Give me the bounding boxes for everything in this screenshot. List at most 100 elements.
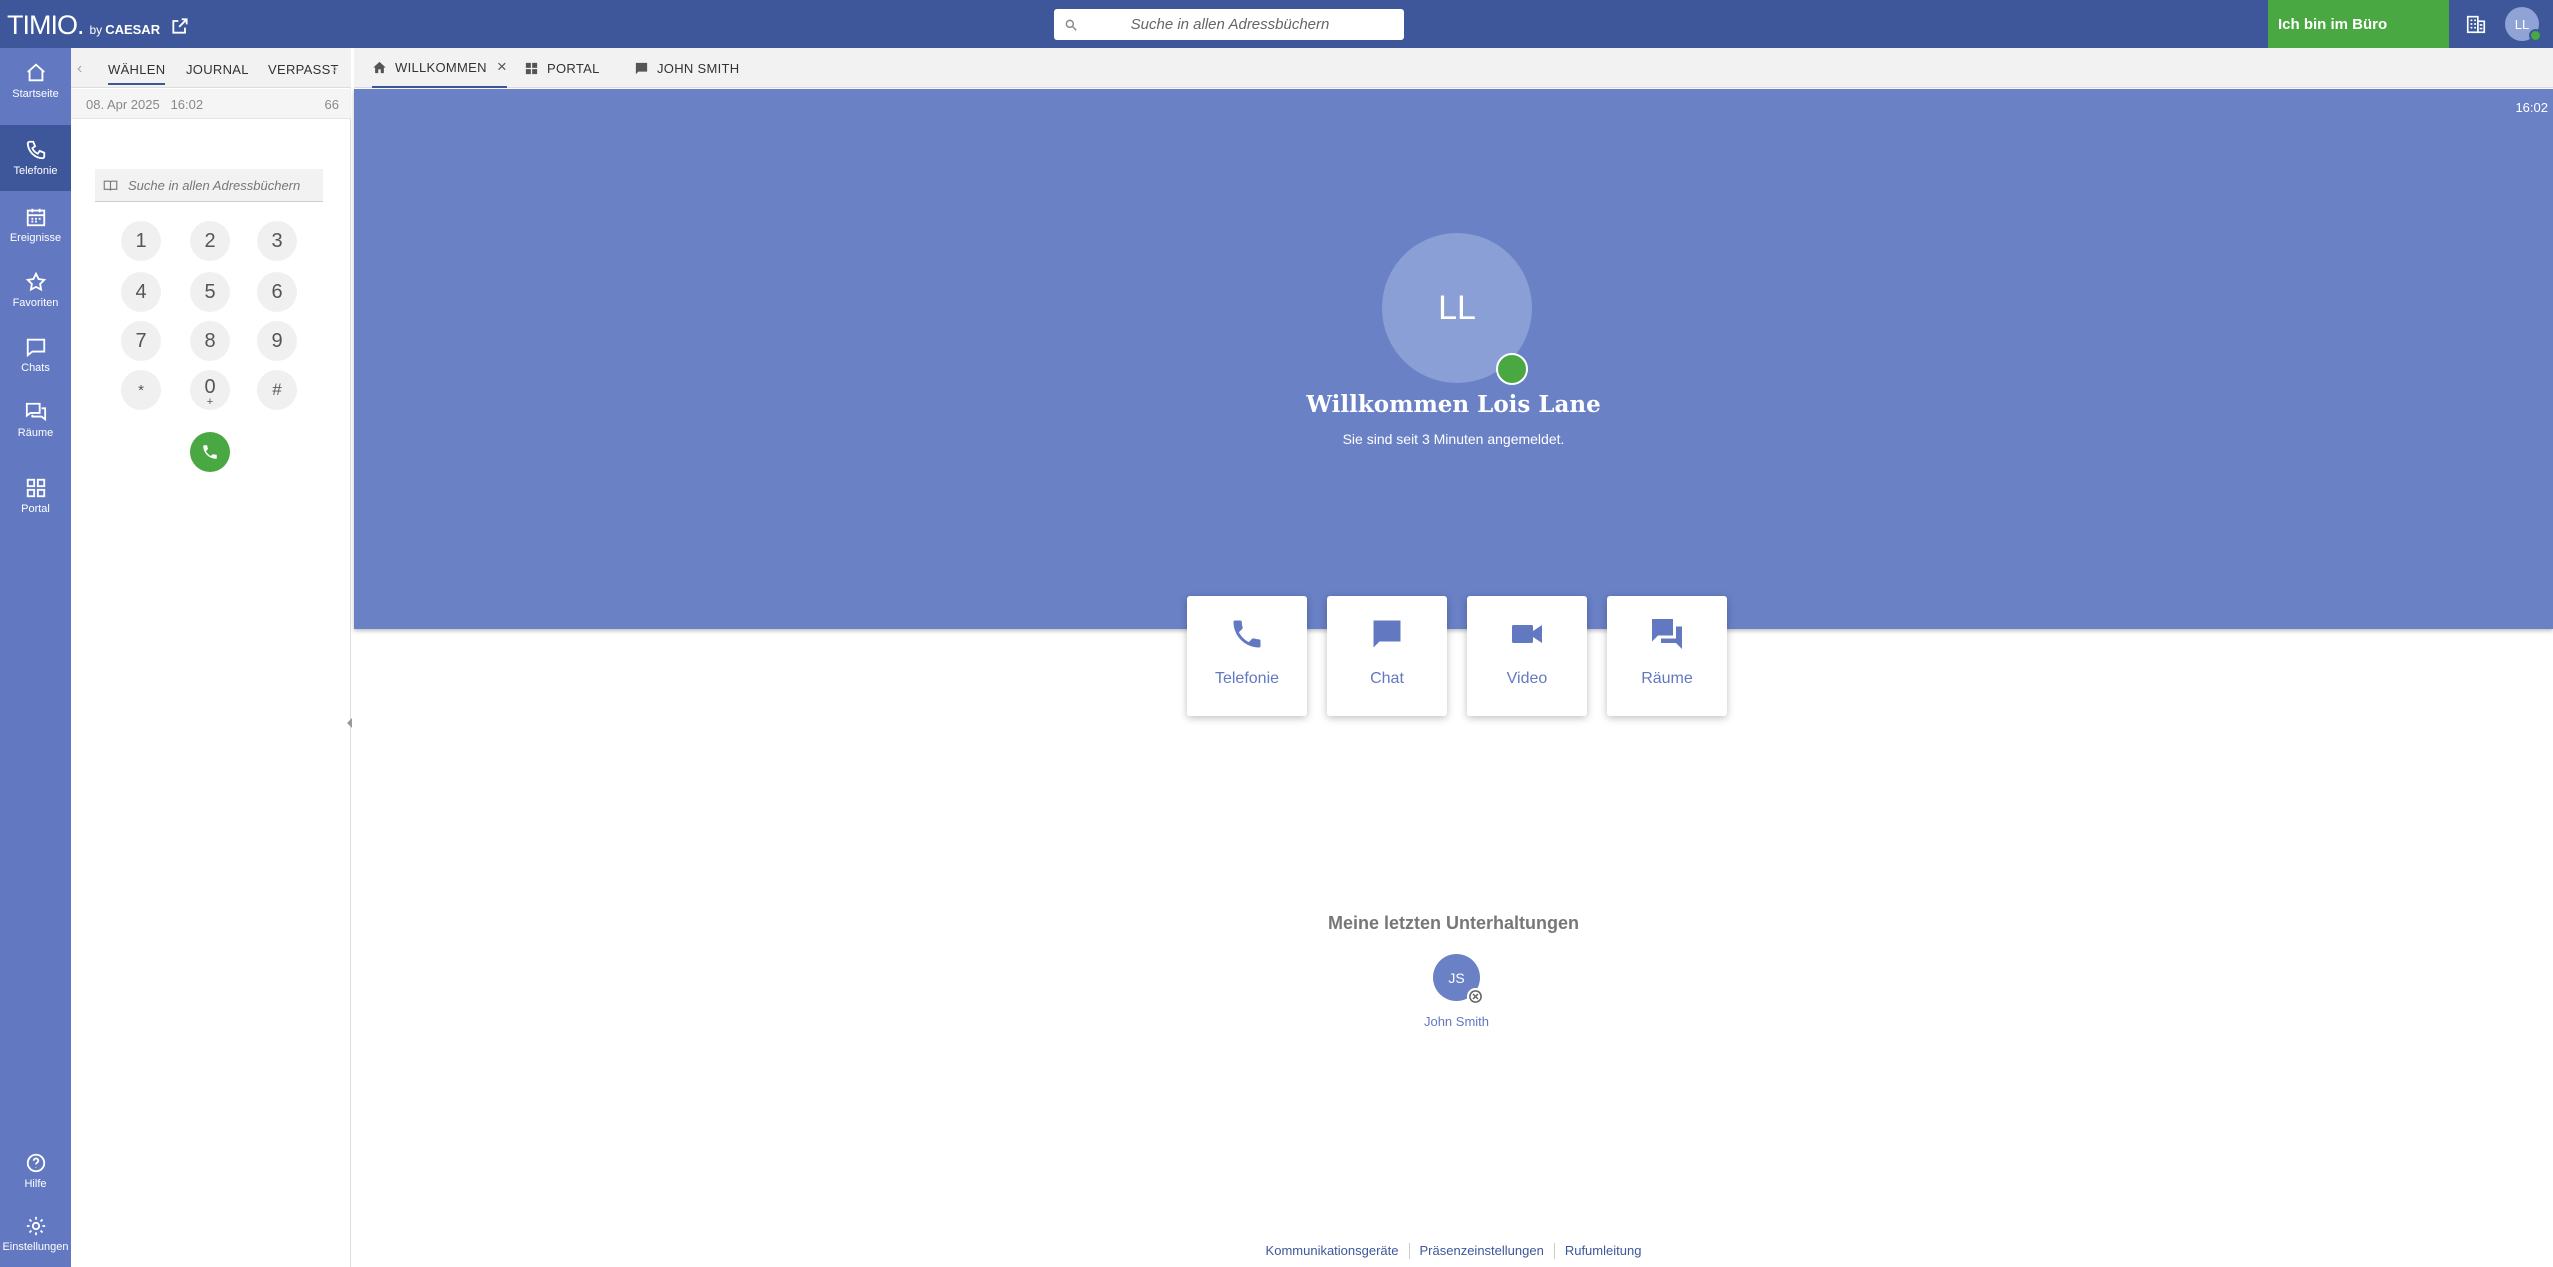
presence-status-button[interactable]: Ich bin im Büro <box>2268 0 2449 48</box>
dial-search-placeholder: Suche in allen Adressbüchern <box>128 177 301 193</box>
close-icon[interactable]: × <box>497 57 507 77</box>
action-chat-button[interactable]: Chat <box>1327 596 1447 716</box>
sidebar-item-label: Startseite <box>12 88 59 100</box>
sidebar-item-ereignisse[interactable]: Ereignisse <box>0 192 71 258</box>
tab-label: PORTAL <box>547 60 600 76</box>
action-label: Video <box>1506 670 1548 687</box>
tab-waehlen[interactable]: WÄHLEN <box>108 62 166 85</box>
tab-verpasst[interactable]: VERPASST <box>268 62 339 77</box>
dial-key-label: * <box>138 381 144 399</box>
addressbook-icon <box>103 180 118 191</box>
dial-date: 08. Apr 2025 16:02 <box>86 97 203 112</box>
chevron-right-icon[interactable]: › <box>332 60 337 78</box>
logo-text: TIMIO. <box>7 10 84 40</box>
dial-key-label: 6 <box>271 280 283 303</box>
call-button[interactable] <box>190 432 230 472</box>
dial-key-label: 3 <box>271 229 283 252</box>
global-search-input[interactable]: Suche in allen Adressbüchern <box>1054 9 1404 40</box>
dial-key-hash[interactable]: # <box>257 370 297 410</box>
tab-portal[interactable]: PORTAL <box>524 48 600 88</box>
offline-status-icon <box>1467 988 1484 1005</box>
action-video-button[interactable]: Video <box>1467 596 1587 716</box>
collapse-panel-handle[interactable] <box>347 718 352 728</box>
dial-info-bar: 08. Apr 2025 16:02 66 <box>71 89 351 119</box>
sidebar-item-label: Telefonie <box>13 165 58 177</box>
sidebar-item-label: Hilfe <box>24 1178 47 1190</box>
dial-key-1[interactable]: 1 <box>121 221 161 261</box>
phone-icon <box>1233 620 1261 648</box>
chat-icon <box>635 62 648 74</box>
star-icon <box>25 271 46 292</box>
sidebar-item-raeume[interactable]: Räume <box>0 387 71 453</box>
action-telefonie-button[interactable]: Telefonie <box>1187 596 1307 716</box>
building-icon[interactable] <box>2465 13 2487 35</box>
search-icon <box>1065 19 1077 31</box>
hero-clock: 16:02 <box>2515 100 2548 115</box>
recent-contact-name[interactable]: John Smith <box>1380 1014 1533 1029</box>
global-search-placeholder: Suche in allen Adressbüchern <box>1130 16 1330 33</box>
dial-key-6[interactable]: 6 <box>257 272 297 312</box>
dial-key-9[interactable]: 9 <box>257 321 297 361</box>
dial-key-label: 2 <box>204 229 216 252</box>
dial-key-5[interactable]: 5 <box>190 272 230 312</box>
dial-key-7[interactable]: 7 <box>121 321 161 361</box>
footer-link-rufumleitung[interactable]: Rufumleitung <box>1555 1243 1652 1259</box>
dial-search-input[interactable]: Suche in allen Adressbüchern <box>95 169 323 202</box>
welcome-subtitle: Sie sind seit 3 Minuten angemeldet. <box>1342 431 1565 447</box>
home-icon <box>26 63 45 82</box>
help-icon <box>26 1153 45 1173</box>
grid-icon <box>26 478 45 498</box>
user-avatar[interactable]: LL <box>2505 7 2542 42</box>
footer-link-kommunikationsgeraete[interactable]: Kommunikationsgeräte <box>1256 1243 1409 1259</box>
dial-key-label: 7 <box>135 329 147 352</box>
presence-label: Ich bin im Büro <box>2278 15 2388 33</box>
welcome-hero: 16:02 LL Willkommen Lois Lane Sie sind s… <box>354 89 2553 629</box>
dial-key-8[interactable]: 8 <box>190 321 230 361</box>
sidebar-item-hilfe[interactable]: Hilfe <box>0 1138 71 1204</box>
dial-tabs: ‹ WÄHLEN JOURNAL VERPASST › <box>71 48 351 88</box>
recent-contact-initials: JS <box>1448 969 1465 986</box>
dial-key-4[interactable]: 4 <box>121 272 161 312</box>
dial-key-sublabel: + <box>206 395 214 408</box>
dial-key-3[interactable]: 3 <box>257 221 297 261</box>
dial-key-star[interactable]: * <box>121 370 161 410</box>
tab-willkommen[interactable]: WILLKOMMEN × <box>372 48 508 88</box>
dial-key-2[interactable]: 2 <box>190 221 230 261</box>
action-label: Chat <box>1370 670 1404 687</box>
footer-link-praesenzeinstellungen[interactable]: Präsenzeinstellungen <box>1410 1243 1554 1259</box>
action-raeume-button[interactable]: Räume <box>1607 596 1727 716</box>
external-link-icon[interactable] <box>170 16 190 36</box>
dial-key-label: 1 <box>135 229 147 252</box>
rooms-icon <box>25 402 46 422</box>
action-label: Telefonie <box>1214 670 1280 687</box>
dial-count: 66 <box>324 97 339 112</box>
gear-icon <box>26 1216 45 1236</box>
sidebar-item-portal[interactable]: Portal <box>0 463 71 529</box>
recent-contact-avatar[interactable]: JS <box>1433 954 1484 1005</box>
sidebar-item-label: Einstellungen <box>2 1241 69 1253</box>
chevron-left-icon[interactable]: ‹ <box>77 60 82 78</box>
sidebar-item-startseite[interactable]: Startseite <box>0 48 71 114</box>
chat-icon <box>1373 620 1401 648</box>
welcome-avatar-initials: LL <box>1438 288 1476 327</box>
sidebar-item-telefonie[interactable]: Telefonie <box>0 125 71 191</box>
dial-key-label: 4 <box>135 280 147 303</box>
rooms-icon <box>1652 619 1682 649</box>
phone-icon <box>26 140 45 160</box>
tab-label: JOHN SMITH <box>657 60 740 76</box>
app-logo[interactable]: TIMIO. by CAESAR <box>7 10 190 41</box>
sidebar-item-einstellungen[interactable]: Einstellungen <box>0 1201 71 1267</box>
sidebar-item-chats[interactable]: Chats <box>0 322 71 388</box>
dial-key-0[interactable]: 0 + <box>190 370 230 410</box>
sidebar-item-label: Favoriten <box>12 297 59 309</box>
sidebar-item-label: Portal <box>21 503 50 515</box>
welcome-title: Willkommen Lois Lane <box>1306 391 1601 418</box>
tab-john-smith[interactable]: JOHN SMITH <box>634 48 739 88</box>
dial-key-label: 5 <box>204 280 216 303</box>
sidebar-item-favoriten[interactable]: Favoriten <box>0 257 71 323</box>
main-sidebar: Startseite Telefonie Ereignisse Favorite… <box>0 48 71 1267</box>
online-status-dot <box>1496 353 1528 385</box>
main-tabs: WILLKOMMEN × PORTAL JOHN SMITH <box>354 48 2553 88</box>
tab-journal[interactable]: JOURNAL <box>186 62 249 77</box>
action-label: Räume <box>1641 670 1693 687</box>
